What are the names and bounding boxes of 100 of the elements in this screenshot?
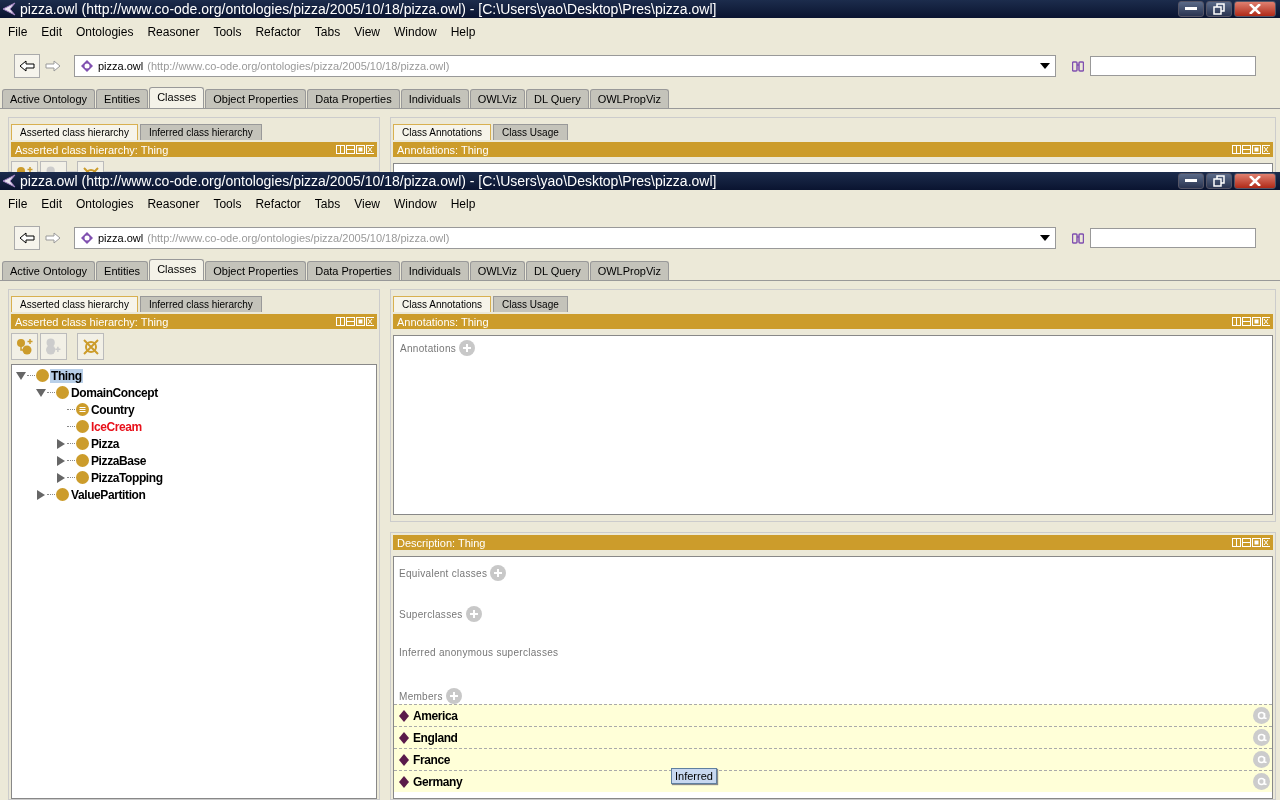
- tab[interactable]: Entities: [96, 89, 149, 108]
- class-icon: [76, 471, 89, 484]
- hierarchy-tab[interactable]: Asserted class hierarchy: [11, 296, 138, 312]
- annotate-icon[interactable]: [1253, 729, 1270, 746]
- view-controls-icon[interactable]: [1232, 145, 1270, 154]
- tab[interactable]: DL Query: [526, 89, 589, 108]
- tab[interactable]: OWLViz: [469, 261, 525, 280]
- menu-item[interactable]: Ontologies: [71, 25, 143, 39]
- class-node[interactable]: Pizza: [90, 436, 120, 451]
- menu-item[interactable]: File: [3, 25, 37, 39]
- collapsed-toggle-icon[interactable]: [56, 472, 66, 483]
- tab[interactable]: Classes: [149, 259, 205, 280]
- member-row[interactable]: England: [394, 726, 1272, 748]
- tab[interactable]: Data Properties: [307, 261, 400, 280]
- menu-item[interactable]: Help: [445, 197, 485, 211]
- menu-item[interactable]: Reasoner: [142, 25, 209, 39]
- hierarchy-tab[interactable]: Asserted class hierarchy: [11, 124, 138, 140]
- menu-item[interactable]: Reasoner: [142, 197, 209, 211]
- annotate-icon[interactable]: [1253, 773, 1270, 790]
- close-button[interactable]: [1234, 1, 1276, 17]
- annotation-tab[interactable]: Class Usage: [493, 124, 568, 140]
- back-button[interactable]: [14, 226, 40, 250]
- menu-item[interactable]: Help: [445, 25, 485, 39]
- view-controls-icon[interactable]: [336, 145, 374, 154]
- add-sibling-icon: [46, 338, 61, 355]
- annotate-icon[interactable]: [1253, 707, 1270, 724]
- delete-class-button[interactable]: [77, 333, 104, 360]
- annotation-tab[interactable]: Class Annotations: [393, 296, 492, 312]
- tab[interactable]: OWLViz: [469, 89, 525, 108]
- hierarchy-tab[interactable]: Inferred class hierarchy: [139, 296, 262, 312]
- class-node[interactable]: Thing: [50, 368, 83, 383]
- class-icon: [36, 369, 49, 382]
- add-icon[interactable]: [445, 688, 462, 704]
- minimize-button[interactable]: [1178, 1, 1204, 17]
- close-button[interactable]: [1234, 173, 1276, 189]
- tab[interactable]: Individuals: [400, 261, 469, 280]
- menu-item[interactable]: View: [349, 197, 389, 211]
- minimize-button[interactable]: [1178, 173, 1204, 189]
- annotation-tab[interactable]: Class Usage: [493, 296, 568, 312]
- section-label: Equivalent classes: [399, 567, 488, 579]
- class-node[interactable]: IceCream: [90, 419, 143, 434]
- restore-button[interactable]: [1206, 173, 1232, 189]
- menu-item[interactable]: Refactor: [250, 197, 310, 211]
- menu-item[interactable]: Refactor: [250, 25, 310, 39]
- ontology-dropdown[interactable]: pizza.owl (http://www.co-ode.org/ontologies/pizza/2005/10/18/pizza.owl): [74, 55, 1056, 77]
- add-sibling-button[interactable]: [40, 333, 67, 360]
- menu-item[interactable]: Tools: [208, 197, 251, 211]
- member-name: America: [413, 708, 458, 723]
- add-icon[interactable]: [490, 565, 507, 581]
- add-subclass-button[interactable]: [11, 333, 38, 360]
- class-icon: [56, 488, 69, 501]
- class-node[interactable]: PizzaBase: [90, 453, 148, 468]
- tab[interactable]: Object Properties: [205, 261, 307, 280]
- view-controls-icon[interactable]: [336, 317, 374, 326]
- view-controls-icon[interactable]: [1232, 317, 1270, 326]
- menu-item[interactable]: Window: [388, 197, 446, 211]
- tab[interactable]: OWLPropViz: [589, 89, 670, 108]
- tab[interactable]: Classes: [149, 87, 205, 108]
- ontology-dropdown[interactable]: pizza.owl (http://www.co-ode.org/ontologies/pizza/2005/10/18/pizza.owl): [74, 227, 1056, 249]
- class-node[interactable]: Country: [90, 402, 136, 417]
- collapsed-toggle-icon[interactable]: [56, 438, 66, 449]
- expanded-toggle-icon[interactable]: [16, 370, 26, 381]
- tab[interactable]: Object Properties: [205, 89, 307, 108]
- class-node[interactable]: PizzaTopping: [90, 470, 164, 485]
- view-controls-icon[interactable]: [1232, 538, 1270, 547]
- class-node[interactable]: DomainConcept: [70, 385, 159, 400]
- menu-item[interactable]: Edit: [36, 197, 72, 211]
- annotation-tab[interactable]: Class Annotations: [393, 124, 492, 140]
- menu-item[interactable]: Ontologies: [71, 197, 143, 211]
- search-field[interactable]: [1090, 228, 1256, 248]
- tab[interactable]: OWLPropViz: [589, 261, 670, 280]
- add-icon[interactable]: [459, 340, 476, 356]
- expanded-toggle-icon[interactable]: [36, 387, 46, 398]
- section-label: Annotations: [400, 342, 457, 354]
- menu-item[interactable]: Window: [388, 25, 446, 39]
- tab[interactable]: Data Properties: [307, 89, 400, 108]
- tab[interactable]: Active Ontology: [2, 89, 96, 108]
- menu-item[interactable]: View: [349, 25, 389, 39]
- tab[interactable]: Active Ontology: [2, 261, 96, 280]
- tab[interactable]: DL Query: [526, 261, 589, 280]
- menu-item[interactable]: Tabs: [309, 197, 350, 211]
- minimize-icon: [1185, 7, 1197, 11]
- tab[interactable]: Entities: [96, 261, 149, 280]
- collapsed-toggle-icon[interactable]: [56, 455, 66, 466]
- member-row[interactable]: America: [394, 704, 1272, 726]
- member-row[interactable]: France: [394, 748, 1272, 770]
- annotate-icon[interactable]: [1253, 751, 1270, 768]
- restore-button[interactable]: [1206, 1, 1232, 17]
- menu-item[interactable]: Edit: [36, 25, 72, 39]
- delete-class-icon: [81, 337, 100, 356]
- menu-item[interactable]: Tools: [208, 25, 251, 39]
- tab[interactable]: Individuals: [400, 89, 469, 108]
- class-node[interactable]: ValuePartition: [70, 487, 147, 502]
- menu-item[interactable]: Tabs: [309, 25, 350, 39]
- hierarchy-tab[interactable]: Inferred class hierarchy: [139, 124, 262, 140]
- back-button[interactable]: [14, 54, 40, 78]
- menu-item[interactable]: File: [3, 197, 37, 211]
- search-field[interactable]: [1090, 56, 1256, 76]
- collapsed-toggle-icon[interactable]: [36, 489, 46, 500]
- add-icon[interactable]: [465, 606, 482, 622]
